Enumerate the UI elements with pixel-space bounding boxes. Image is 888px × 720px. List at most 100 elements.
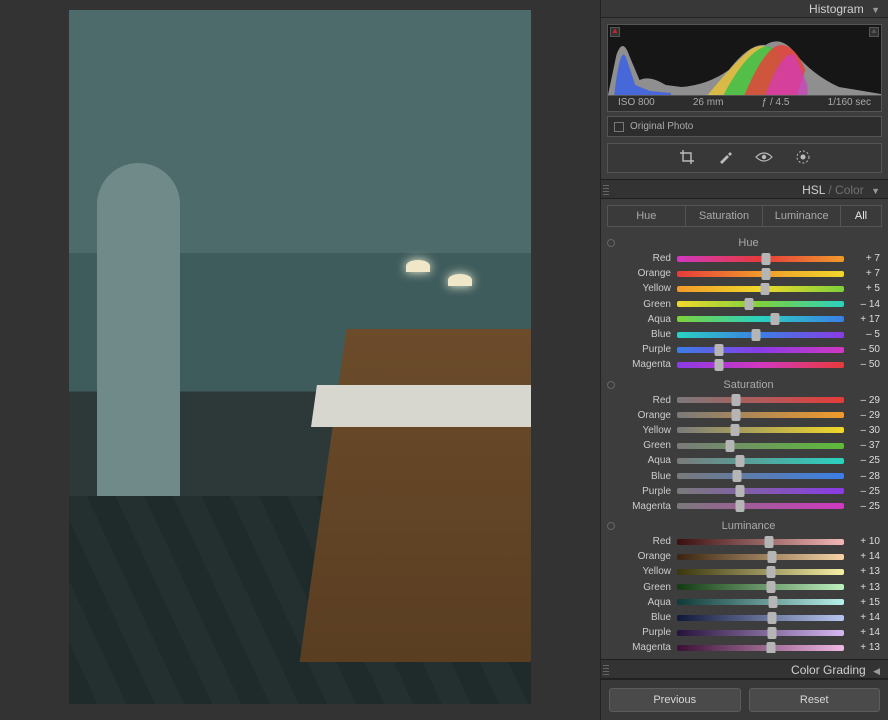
- slider-handle[interactable]: [764, 536, 773, 548]
- slider-handle[interactable]: [735, 455, 744, 467]
- previous-button[interactable]: Previous: [609, 688, 741, 712]
- slider-value[interactable]: + 14: [850, 551, 880, 562]
- slider-track[interactable]: [677, 332, 844, 338]
- slider-value[interactable]: – 5: [850, 329, 880, 340]
- slider-track[interactable]: [677, 458, 844, 464]
- targeted-adjustment-icon[interactable]: [607, 381, 615, 389]
- slider-handle[interactable]: [767, 642, 776, 653]
- slider-value[interactable]: + 10: [850, 536, 880, 547]
- slider-value[interactable]: – 25: [850, 455, 880, 466]
- slider-handle[interactable]: [768, 627, 777, 639]
- hsl-tabs: Hue Saturation Luminance All: [607, 205, 882, 227]
- slider-value[interactable]: – 29: [850, 395, 880, 406]
- slider-track[interactable]: [677, 584, 844, 590]
- original-photo-row[interactable]: Original Photo: [607, 116, 882, 137]
- slider-handle[interactable]: [768, 551, 777, 563]
- shadow-clipping-icon[interactable]: [610, 27, 620, 37]
- slider-value[interactable]: + 13: [850, 642, 880, 653]
- slider-track[interactable]: [677, 443, 844, 449]
- slider-handle[interactable]: [725, 440, 734, 452]
- slider-handle[interactable]: [744, 298, 753, 310]
- crop-icon[interactable]: [679, 149, 695, 168]
- edited-photo[interactable]: [69, 10, 531, 704]
- slider-track[interactable]: [677, 427, 844, 433]
- slider-row-lum-aqua: Aqua+ 15: [617, 595, 880, 610]
- slider-handle[interactable]: [767, 566, 776, 578]
- tab-all[interactable]: All: [841, 206, 881, 226]
- slider-handle[interactable]: [760, 283, 769, 295]
- slider-track[interactable]: [677, 599, 844, 605]
- slider-handle[interactable]: [732, 409, 741, 421]
- slider-handle[interactable]: [770, 313, 779, 325]
- slider-value[interactable]: + 15: [850, 597, 880, 608]
- slider-handle[interactable]: [732, 394, 741, 406]
- slider-track[interactable]: [677, 397, 844, 403]
- slider-handle[interactable]: [735, 500, 744, 512]
- slider-value[interactable]: – 25: [850, 501, 880, 512]
- slider-track[interactable]: [677, 554, 844, 560]
- original-photo-checkbox[interactable]: [614, 122, 624, 132]
- slider-value[interactable]: – 37: [850, 440, 880, 451]
- histogram-panel-header[interactable]: Histogram ▼: [601, 0, 888, 18]
- slider-handle[interactable]: [762, 268, 771, 280]
- slider-handle[interactable]: [769, 596, 778, 608]
- slider-value[interactable]: + 14: [850, 612, 880, 623]
- slider-value[interactable]: – 50: [850, 359, 880, 370]
- slider-value[interactable]: + 5: [850, 283, 880, 294]
- slider-track[interactable]: [677, 615, 844, 621]
- histogram-graph[interactable]: [607, 24, 882, 96]
- hsl-title-post: Color: [835, 183, 864, 197]
- tab-hue[interactable]: Hue: [608, 206, 686, 226]
- slider-value[interactable]: + 13: [850, 582, 880, 593]
- masking-icon[interactable]: [795, 149, 811, 168]
- tab-saturation[interactable]: Saturation: [686, 206, 764, 226]
- slider-value[interactable]: – 29: [850, 410, 880, 421]
- slider-value[interactable]: + 7: [850, 268, 880, 279]
- slider-track[interactable]: [677, 362, 844, 368]
- slider-track[interactable]: [677, 347, 844, 353]
- spot-removal-icon[interactable]: [717, 149, 733, 168]
- slider-handle[interactable]: [714, 359, 723, 371]
- targeted-adjustment-icon[interactable]: [607, 239, 615, 247]
- slider-track[interactable]: [677, 539, 844, 545]
- slider-handle[interactable]: [752, 329, 761, 341]
- slider-handle[interactable]: [733, 470, 742, 482]
- slider-value[interactable]: + 17: [850, 314, 880, 325]
- reset-button[interactable]: Reset: [749, 688, 881, 712]
- redeye-icon[interactable]: [755, 151, 773, 166]
- slider-track[interactable]: [677, 286, 844, 292]
- expand-icon: ◀: [873, 666, 880, 676]
- slider-track[interactable]: [677, 412, 844, 418]
- slider-track[interactable]: [677, 301, 844, 307]
- highlight-clipping-icon[interactable]: [869, 27, 879, 37]
- slider-value[interactable]: + 14: [850, 627, 880, 638]
- slider-track[interactable]: [677, 488, 844, 494]
- slider-handle[interactable]: [762, 253, 771, 265]
- slider-value[interactable]: – 14: [850, 299, 880, 310]
- hsl-panel-header[interactable]: HSL / Color ▼: [601, 179, 888, 199]
- slider-track[interactable]: [677, 569, 844, 575]
- tab-luminance[interactable]: Luminance: [763, 206, 841, 226]
- slider-value[interactable]: – 28: [850, 471, 880, 482]
- slider-track[interactable]: [677, 256, 844, 262]
- tool-strip: [607, 143, 882, 173]
- slider-handle[interactable]: [767, 581, 776, 593]
- photo-countertop: [311, 385, 531, 427]
- slider-track[interactable]: [677, 473, 844, 479]
- slider-track[interactable]: [677, 645, 844, 651]
- targeted-adjustment-icon[interactable]: [607, 522, 615, 530]
- slider-track[interactable]: [677, 271, 844, 277]
- slider-value[interactable]: + 13: [850, 566, 880, 577]
- slider-handle[interactable]: [731, 424, 740, 436]
- slider-handle[interactable]: [735, 485, 744, 497]
- slider-value[interactable]: – 30: [850, 425, 880, 436]
- slider-track[interactable]: [677, 316, 844, 322]
- slider-track[interactable]: [677, 503, 844, 509]
- slider-value[interactable]: – 25: [850, 486, 880, 497]
- slider-value[interactable]: + 7: [850, 253, 880, 264]
- color-grading-panel-header[interactable]: Color Grading ◀: [601, 659, 888, 679]
- slider-handle[interactable]: [714, 344, 723, 356]
- slider-track[interactable]: [677, 630, 844, 636]
- slider-handle[interactable]: [768, 612, 777, 624]
- slider-value[interactable]: – 50: [850, 344, 880, 355]
